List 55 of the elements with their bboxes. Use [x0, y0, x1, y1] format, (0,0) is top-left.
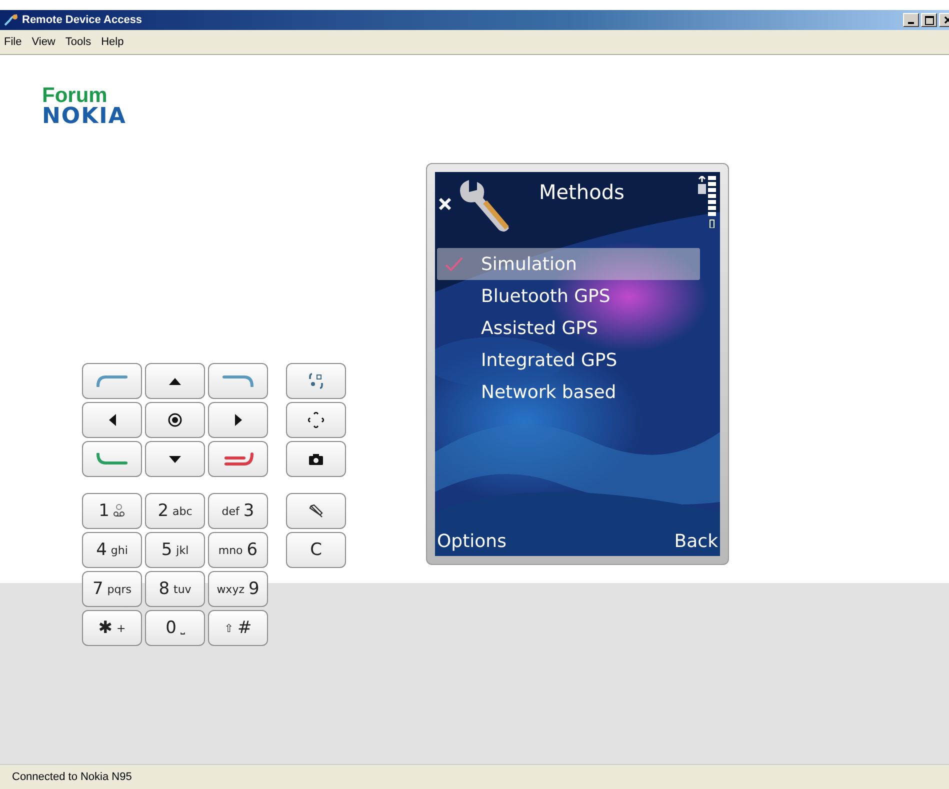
- left-softkey-label[interactable]: Options: [437, 531, 506, 552]
- down-arrow-icon: [169, 456, 181, 462]
- list-item[interactable]: Simulation: [437, 248, 700, 280]
- maximize-icon: [924, 16, 934, 24]
- menu-item[interactable]: View: [32, 36, 56, 48]
- menu-item[interactable]: Help: [101, 36, 124, 48]
- logo-text: NOKIA: [42, 106, 128, 128]
- keypad-key[interactable]: 4 ghi: [82, 532, 142, 568]
- keypad-key[interactable]: 2 abc: [145, 493, 205, 529]
- list-item[interactable]: Bluetooth GPS: [437, 280, 700, 312]
- select-button[interactable]: [145, 402, 205, 438]
- status-text: Connected to Nokia N95: [12, 771, 132, 783]
- keypad-key[interactable]: 0 ⎵: [145, 610, 205, 646]
- menu-key-button[interactable]: [286, 363, 346, 399]
- handset-icon: [96, 453, 128, 465]
- keypad-key[interactable]: 1: [82, 493, 142, 529]
- list-item[interactable]: Assisted GPS: [437, 312, 700, 344]
- right-softkey-label[interactable]: Back: [674, 531, 718, 552]
- plug-icon: [4, 14, 18, 26]
- keypad-key[interactable]: 5 jkl: [145, 532, 205, 568]
- voicemail-icon: [113, 504, 126, 518]
- camera-button[interactable]: [286, 441, 346, 477]
- corner-line-icon: [96, 375, 128, 387]
- window-title: Remote Device Access: [22, 14, 142, 26]
- close-icon: [439, 198, 451, 210]
- menu-item[interactable]: Tools: [65, 36, 92, 48]
- menu-key-icon: [309, 373, 323, 389]
- edit-button[interactable]: [286, 493, 346, 529]
- close-icon: [944, 16, 949, 24]
- pencil-icon: [309, 504, 323, 518]
- handset-icon: [222, 452, 254, 466]
- keypad-key[interactable]: def 3: [208, 493, 268, 529]
- screen-title: Methods: [539, 180, 624, 204]
- keypad-key[interactable]: 7 pqrs: [82, 571, 142, 607]
- keypad-key[interactable]: mno 6: [208, 532, 268, 568]
- camera-icon: [309, 454, 323, 464]
- logo-text: Forum: [42, 85, 108, 106]
- list-item[interactable]: Network based: [437, 376, 700, 408]
- keypad-key[interactable]: ⇧ #: [208, 610, 268, 646]
- keypad-key[interactable]: 8 tuv: [145, 571, 205, 607]
- minimize-button[interactable]: [903, 13, 919, 27]
- keypad-key[interactable]: wxyz 9: [208, 571, 268, 607]
- signal-battery-icon: [696, 176, 716, 228]
- diamond-arrows-icon: [308, 412, 324, 428]
- left-arrow-icon: [108, 414, 116, 426]
- end-call-button[interactable]: [208, 441, 268, 477]
- right-arrow-icon: [234, 414, 242, 426]
- maximize-button[interactable]: [921, 13, 937, 27]
- corner-line-icon: [222, 375, 254, 387]
- clear-button[interactable]: C: [286, 532, 346, 568]
- list-item[interactable]: Integrated GPS: [437, 344, 700, 376]
- circle-dot-icon: [168, 413, 182, 427]
- up-arrow-icon: [169, 378, 181, 384]
- keypad-key[interactable]: ✱ +: [82, 610, 142, 646]
- menu-item[interactable]: File: [4, 36, 22, 48]
